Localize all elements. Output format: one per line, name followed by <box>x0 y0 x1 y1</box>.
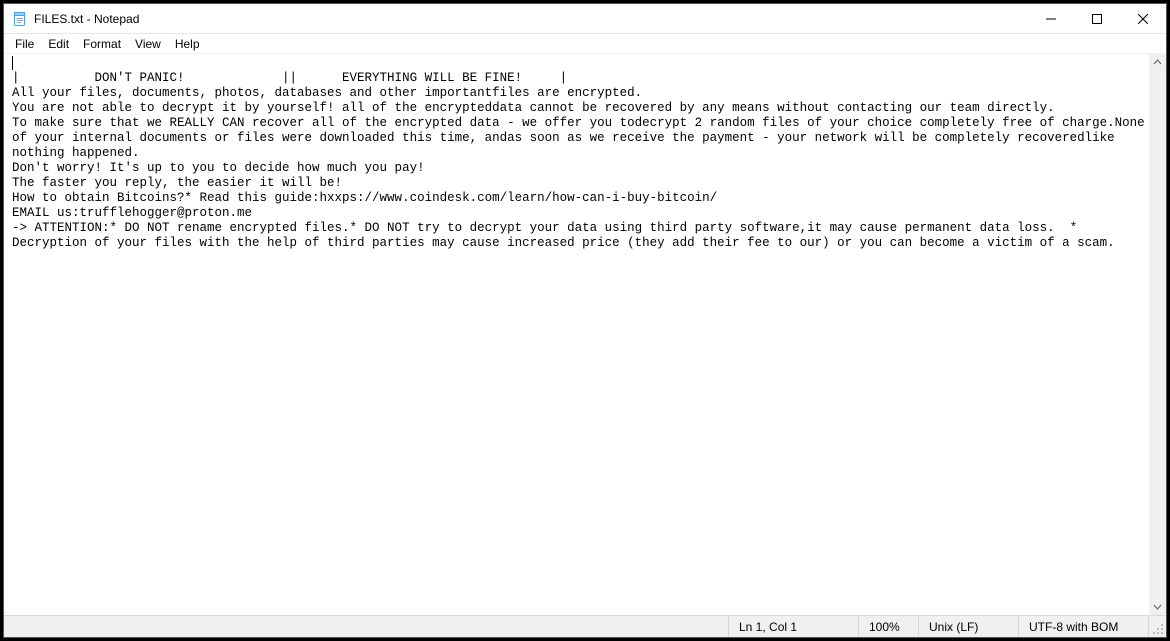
menu-format[interactable]: Format <box>76 34 128 54</box>
status-position: Ln 1, Col 1 <box>728 616 858 637</box>
scroll-down-arrow-icon[interactable] <box>1149 598 1166 615</box>
maximize-button[interactable] <box>1074 4 1120 34</box>
text-area[interactable]: | DON'T PANIC! || EVERYTHING WILL BE FIN… <box>4 54 1149 615</box>
notepad-icon <box>12 11 28 27</box>
notepad-window: FILES.txt - Notepad File Edit Format Vie… <box>3 3 1167 638</box>
scroll-up-arrow-icon[interactable] <box>1149 54 1166 71</box>
minimize-button[interactable] <box>1028 4 1074 34</box>
menu-edit[interactable]: Edit <box>41 34 76 54</box>
status-line-ending: Unix (LF) <box>918 616 1018 637</box>
titlebar[interactable]: FILES.txt - Notepad <box>4 4 1166 34</box>
menu-file[interactable]: File <box>8 34 41 54</box>
window-title: FILES.txt - Notepad <box>34 12 139 26</box>
statusbar: Ln 1, Col 1 100% Unix (LF) UTF-8 with BO… <box>4 615 1166 637</box>
vertical-scrollbar[interactable] <box>1149 54 1166 615</box>
document-text: | DON'T PANIC! || EVERYTHING WILL BE FIN… <box>12 71 1149 250</box>
menu-view[interactable]: View <box>128 34 168 54</box>
menubar: File Edit Format View Help <box>4 34 1166 54</box>
menu-help[interactable]: Help <box>168 34 207 54</box>
text-caret <box>12 56 13 70</box>
close-button[interactable] <box>1120 4 1166 34</box>
status-zoom: 100% <box>858 616 918 637</box>
resize-grip-icon[interactable] <box>1148 616 1166 637</box>
status-encoding: UTF-8 with BOM <box>1018 616 1148 637</box>
